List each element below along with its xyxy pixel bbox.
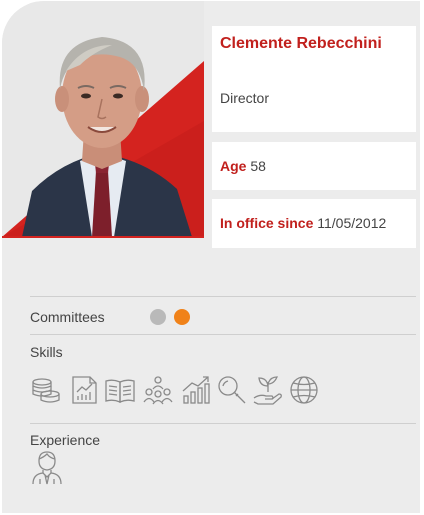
- plant-hand-icon[interactable]: [252, 374, 284, 406]
- divider-committees: [30, 296, 416, 297]
- team-icon[interactable]: [142, 374, 174, 406]
- director-card: Clemente Rebecchini Director Age 58 In o…: [2, 1, 420, 513]
- divider-experience: [30, 423, 416, 424]
- committees-label: Committees: [30, 309, 105, 325]
- age-value: 58: [250, 158, 266, 174]
- coins-icon[interactable]: [30, 374, 62, 406]
- divider-skills: [30, 334, 416, 335]
- age-panel: Age 58: [212, 142, 416, 190]
- office-value: 11/05/2012: [317, 215, 387, 231]
- age-label: Age: [220, 158, 247, 174]
- director-name: Clemente Rebecchini: [220, 35, 382, 52]
- open-book-icon[interactable]: [104, 374, 136, 406]
- executive-person-icon[interactable]: [30, 449, 64, 485]
- office-label: In office since: [220, 215, 314, 231]
- magnifier-icon[interactable]: [216, 374, 248, 406]
- skills-label: Skills: [30, 344, 63, 360]
- committee-dot-orange[interactable]: [174, 309, 190, 325]
- office-panel: In office since 11/05/2012: [212, 199, 416, 248]
- financial-report-icon[interactable]: [68, 374, 100, 406]
- globe-icon[interactable]: [288, 374, 320, 406]
- photo-accent-line: [2, 236, 204, 238]
- experience-label: Experience: [30, 432, 101, 448]
- portrait-photo: [2, 1, 204, 237]
- growth-chart-icon[interactable]: [180, 374, 212, 406]
- name-panel: Clemente Rebecchini Director: [212, 26, 416, 132]
- director-role: Director: [220, 90, 270, 106]
- committee-dot-grey[interactable]: [150, 309, 166, 325]
